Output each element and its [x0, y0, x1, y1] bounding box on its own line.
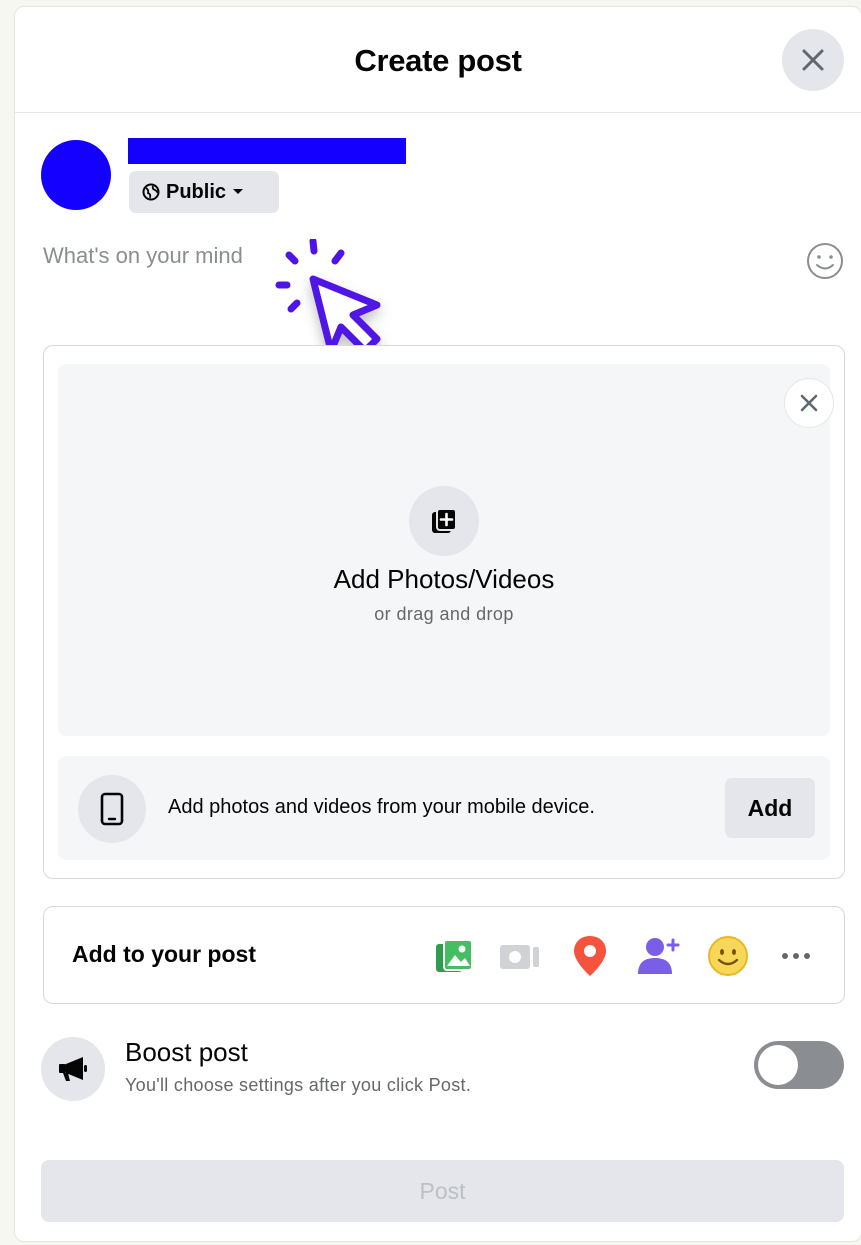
location-tool-button[interactable] — [566, 932, 614, 980]
add-media-subtitle: or drag and drop — [374, 604, 514, 624]
live-video-icon — [500, 945, 539, 969]
mobile-upload-row: Add photos and videos from your mobile d… — [58, 756, 830, 860]
post-text-input[interactable]: What's on your mind — [43, 243, 243, 269]
boost-post-title: Boost post — [125, 1037, 248, 1067]
caret-down-icon — [233, 189, 244, 194]
audience-label: Public — [166, 180, 227, 203]
audience-selector-button[interactable]: Public — [129, 171, 279, 213]
author-name-redacted — [128, 138, 406, 164]
avatar[interactable] — [41, 140, 111, 210]
location-pin-icon — [574, 936, 606, 976]
tag-people-icon — [638, 938, 680, 974]
close-icon — [800, 394, 818, 412]
dialog-title: Create post — [354, 43, 522, 78]
more-icon — [782, 953, 810, 959]
boost-post-toggle[interactable] — [754, 1041, 844, 1089]
photo-video-dropzone[interactable]: Add Photos/Videos or drag and drop — [58, 364, 834, 736]
feeling-icon — [708, 936, 748, 976]
mobile-phone-icon — [100, 792, 124, 826]
create-post-dialog: Create post Public What's on your mind A… — [14, 6, 861, 1242]
add-to-post-label: Add to your post — [72, 941, 256, 967]
add-photo-icon — [432, 508, 457, 533]
photo-video-tool-button[interactable] — [430, 932, 478, 980]
close-icon — [802, 49, 824, 71]
mobile-add-button[interactable]: Add — [725, 778, 815, 838]
tag-people-tool-button[interactable] — [634, 932, 682, 980]
more-options-button[interactable] — [772, 932, 820, 980]
globe-icon — [142, 183, 160, 201]
megaphone-icon — [59, 1057, 87, 1081]
mobile-upload-text: Add photos and videos from your mobile d… — [168, 796, 595, 818]
post-button[interactable]: Post — [41, 1160, 844, 1222]
close-button[interactable] — [782, 29, 844, 91]
add-media-title: Add Photos/Videos — [333, 564, 555, 594]
remove-media-panel-button[interactable] — [784, 378, 834, 428]
media-upload-panel: Add Photos/Videos or drag and drop Add p… — [43, 345, 845, 879]
add-media-icon-circle — [409, 486, 479, 556]
feeling-tool-button[interactable] — [704, 932, 752, 980]
boost-icon-circle — [41, 1037, 105, 1101]
add-to-post-bar: Add to your post — [43, 906, 845, 1004]
dialog-header: Create post — [15, 7, 861, 113]
toggle-knob — [758, 1045, 798, 1085]
smiley-icon[interactable] — [805, 241, 845, 281]
mobile-icon-circle — [78, 775, 146, 843]
photo-video-icon — [436, 939, 473, 972]
boost-post-subtitle: You'll choose settings after you click P… — [125, 1075, 472, 1095]
live-video-tool-button[interactable] — [496, 932, 544, 980]
